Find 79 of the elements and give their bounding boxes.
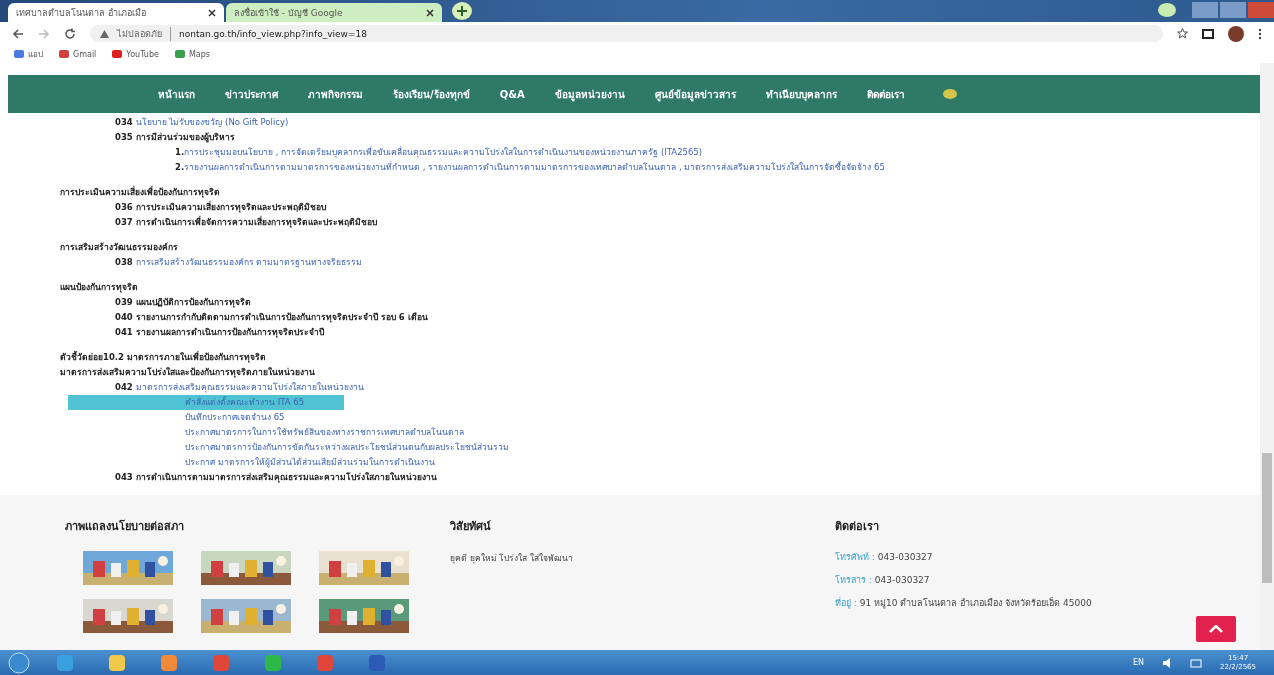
network-icon[interactable] <box>1190 657 1203 668</box>
volume-icon[interactable] <box>1162 657 1173 668</box>
scrollbar[interactable] <box>1260 63 1274 650</box>
nav-link[interactable]: ทำเนียบบุคลากร <box>765 86 837 102</box>
close-icon[interactable] <box>426 8 434 17</box>
section-heading: การประเมินความเสี่ยงเพื่อป้องกันการทุจริต <box>60 185 221 200</box>
back-icon[interactable] <box>12 28 24 39</box>
start-icon[interactable] <box>8 651 30 674</box>
chevron-up-icon <box>1209 625 1223 633</box>
item-code: 034 <box>115 117 133 128</box>
item-code: 040 <box>115 312 133 323</box>
bookmark-link[interactable]: Gmail <box>59 49 97 59</box>
section-heading: การเสริมสร้างวัฒนธรรมองค์กร <box>60 241 179 255</box>
contact-line: โทรสาร : 043-030327 <box>835 574 931 588</box>
vision-text: ยุคดี ยุคใหม่ โปร่งใส ใส่ใจพัฒนา <box>450 552 575 566</box>
item-code: 035 <box>115 132 133 143</box>
contact-line: ที่อยู่ : 91 หมู่10 ตำบลโนนตาล อำเภอเมือง จังหวัดร้อยเอ็ด 45000 <box>835 597 1093 611</box>
item-code: 036 <box>115 202 133 213</box>
item-code: 042 <box>115 382 133 393</box>
sidebar-icon[interactable] <box>1202 28 1214 39</box>
address-bar[interactable]: ไม่ปลอดภัย nontan.go.th/info_view.php?info_view=18 <box>90 25 1163 42</box>
item-code: 037 <box>115 217 133 228</box>
profile-icon[interactable] <box>1158 3 1176 17</box>
item-link[interactable]: การเสริมสร้างวัฒนธรรมองค์กร ตามมาตรฐานทางจริยธรรม <box>135 257 363 268</box>
item-code: 038 <box>115 257 133 268</box>
reload-icon[interactable] <box>64 27 76 40</box>
contact-title: ติดต่อเรา <box>835 519 880 536</box>
document-link[interactable]: รายงานผลการดำเนินการตามมาตรการของหน่วยงานที่กำหนด , รายงานผลการดำเนินการตามมาตรการของเทศบาลตำบลโนนตาล , มาตรการส่งเสริมความโปร่งใสในการจัดซื้อจัดจ้าง 65 <box>184 162 885 173</box>
section-heading: ตัวชี้วัดย่อย10.2 มาตรการภายในเพื่อป้องกันการทุจริต <box>60 350 267 365</box>
document-link[interactable]: ประกาศมาตรการในการใช้ทรัพย์สินของทางราชการเทศบาลตำบลโนนตาล <box>60 425 464 441</box>
nav-link[interactable]: ศูนย์ข้อมูลข่าวสาร <box>654 86 736 102</box>
item-code: 043 <box>115 472 133 483</box>
document-link[interactable]: บันทึกประกาศเจตจำนง 65 <box>60 410 285 426</box>
item-title: การประเมินความเสี่ยงการทุจริตและประพฤติมิชอบ <box>135 202 326 213</box>
nav-link[interactable]: ร้องเรียน/ร้องทุกข์ <box>393 86 470 102</box>
bookmark-icon <box>14 50 24 58</box>
section-subheading: มาตรการส่งเสริมความโปร่งใสและป้องกันการทุจริตภายในหน่วยงาน <box>60 366 316 380</box>
nav-link[interactable]: Q&A <box>499 88 525 100</box>
bookmark-icon <box>112 50 123 58</box>
menu-icon[interactable] <box>1258 27 1262 40</box>
section-heading: แผนป้องกันการทุจริต <box>60 281 139 295</box>
bookmark-icon <box>59 50 69 58</box>
nav-link[interactable]: ข่าวประกาศ <box>225 86 278 102</box>
browser-tab[interactable]: เทศบาลตำบลโนนตาล อำเภอเมือ <box>8 3 224 22</box>
plus-icon <box>457 6 467 16</box>
gallery-title: ภาพแถลงนโยบายต่อสภา <box>65 518 185 536</box>
document-link[interactable]: ประกาศมาตรการป้องกันการขัดกันระหว่างผลประโยชน์ส่วนตนกับผลประโยชน์ส่วนรวม <box>60 440 509 456</box>
item-code: 039 <box>115 297 133 308</box>
item-title: รายงานผลการดำเนินการป้องกันการทุจริตประจำปี <box>135 327 324 338</box>
language-indicator[interactable]: EN <box>1133 658 1145 667</box>
new-tab-button[interactable] <box>452 2 472 20</box>
bookmark-icon <box>174 50 185 58</box>
item-title: รายงานการกำกับติดตามการดำเนินการป้องกันการทุจริตประจำปี รอบ 6 เดือน <box>135 312 428 323</box>
avatar-icon[interactable] <box>1228 25 1244 42</box>
nav-link[interactable]: ติดต่อเรา <box>866 86 905 102</box>
document-link[interactable]: ประกาศ มาตรการให้ผู้มีส่วนได้ส่วนเสียมีส่วนร่วมในการดำเนินงาน <box>60 455 435 471</box>
item-title: การมีส่วนร่วมของผู้บริหาร <box>135 132 235 143</box>
item-title: การดำเนินการตามมาตรการส่งเสริมคุณธรรมและความโปร่งใสภายในหน่วยงาน <box>135 472 437 483</box>
forward-icon[interactable] <box>38 28 50 39</box>
item-link[interactable]: นโยบาย ไม่รับของขวัญ (No Gift Policy) <box>135 117 289 128</box>
nav-link[interactable]: ข้อมูลหน่วยงาน <box>554 86 625 102</box>
browser-tab[interactable]: ลงชื่อเข้าใช้ - บัญชี Google <box>226 3 442 22</box>
star-icon[interactable] <box>1177 28 1188 39</box>
item-title: แผนปฏิบัติการป้องกันการทุจริต <box>135 297 251 308</box>
nav-link[interactable]: หน้าแรก <box>158 86 195 102</box>
bookmark-link[interactable]: YouTube <box>112 49 159 59</box>
bookmark-link[interactable]: Maps <box>174 49 210 59</box>
item-title: การดำเนินการเพื่อจัดการความเสี่ยงการทุจริตและประพฤติมิชอบ <box>135 217 377 228</box>
scroll-top-button[interactable] <box>1196 616 1236 642</box>
vision-title: วิสัยทัศน์ <box>450 519 492 536</box>
close-icon[interactable] <box>208 8 216 17</box>
bookmark-link[interactable]: แอป <box>14 47 43 61</box>
list-number: 1. <box>175 147 185 158</box>
item-link[interactable]: มาตรการส่งเสริมคุณธรรมและความโปร่งใสภายในหน่วยงาน <box>135 382 364 393</box>
document-link[interactable]: การประชุมมอบนโยบาย , การจัดเตรียมบุคลากรเพื่อขับเคลื่อนคุณธรรมและความโปร่งใสในการดำเนินงานของหน่วยงานภาครัฐ (ITA2565) <box>184 147 703 158</box>
list-number: 2. <box>175 162 185 173</box>
contact-line: โทรศัพท์ : 043-030327 <box>835 551 934 565</box>
item-code: 041 <box>115 327 133 338</box>
nav-link[interactable]: ภาพกิจกรรม <box>308 86 363 102</box>
